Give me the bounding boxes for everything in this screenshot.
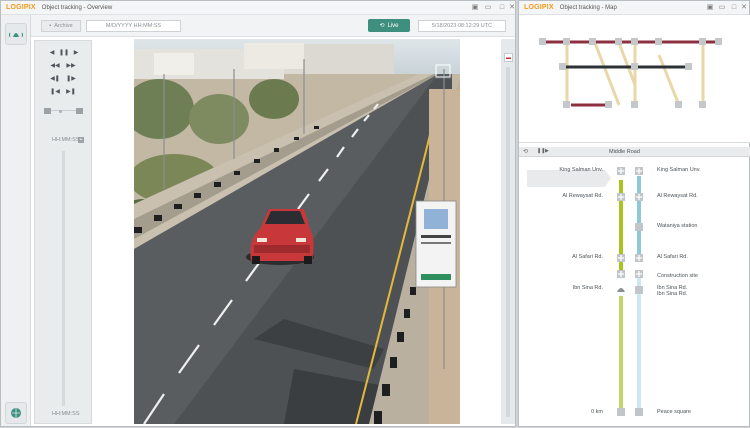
network-map[interactable]: [519, 15, 750, 143]
date-input[interactable]: M/D/YYYY HH:MM:SS: [86, 20, 181, 32]
stop-left-0: King Salman Unv.: [559, 167, 603, 173]
live-label: Live: [387, 22, 399, 29]
maximize-icon[interactable]: □: [497, 3, 507, 13]
stop-left-3: Ibn Sina Rd.: [572, 285, 603, 291]
globe-icon: [11, 408, 21, 418]
pause-icon[interactable]: ❚❚: [58, 49, 70, 58]
skip-end-icon[interactable]: ▶❚: [65, 88, 77, 97]
stop-right-2: Wataniya station: [657, 223, 698, 229]
stop-left-1: Al Rewaysat Rd.: [562, 193, 603, 199]
alarm-button[interactable]: [5, 23, 27, 45]
step-back-icon[interactable]: ◀❚: [49, 75, 61, 84]
scrollbar-track[interactable]: [506, 67, 510, 417]
sidebar: [1, 15, 31, 426]
zoom-level-dot: [59, 110, 62, 113]
route-prev-icon[interactable]: ⟲: [523, 148, 528, 155]
window-title: Object tracking - Overview: [41, 4, 113, 11]
zoom-out-icon[interactable]: [44, 108, 51, 114]
stop-right-7: Peace square: [657, 409, 691, 415]
archive-button[interactable]: ▪ Archive: [41, 20, 81, 32]
overview-titlebar: LOGIPIX Object tracking - Overview ▣ ▭ □…: [1, 1, 515, 15]
video-scrollbar[interactable]: ▬: [501, 39, 515, 424]
timestamp-display: 5/18/2023 08:12:29 UTC: [418, 20, 506, 32]
camera-icon: ▪: [49, 23, 52, 29]
stop-right-6: Ibn Sina Rd.: [657, 291, 688, 297]
stop-left-4: 0 km: [591, 409, 603, 415]
alarm-icon: [9, 32, 23, 38]
window-title: Object tracking - Map: [559, 4, 617, 11]
close-icon[interactable]: ✕: [507, 3, 517, 13]
route-next-icon[interactable]: ▶: [545, 148, 549, 154]
stop-left-2: Al Safari Rd.: [572, 254, 603, 260]
stop-right-4: Construction site: [657, 273, 698, 279]
stop-right-3: Al Safari Rd.: [657, 254, 688, 260]
live-button[interactable]: ⟲ Live: [368, 19, 410, 32]
play-icon[interactable]: ▶: [70, 49, 82, 58]
toolbar: ▪ Archive M/D/YYYY HH:MM:SS ⟲ Live 5/18/…: [31, 15, 515, 37]
time-end-label: HH:MM:SS: [52, 411, 80, 417]
stop-right-1: Al Rewaysat Rd.: [657, 193, 698, 199]
restore-icon[interactable]: ▣: [470, 3, 480, 13]
zoom-in-icon[interactable]: [76, 108, 83, 114]
step-forward-icon[interactable]: ❚▶: [65, 75, 77, 84]
skip-start-icon[interactable]: ❚◀: [49, 88, 61, 97]
timeline-track[interactable]: [62, 151, 65, 406]
minimize-icon[interactable]: ▭: [483, 3, 493, 13]
app-logo: LOGIPIX: [6, 4, 36, 11]
maximize-icon[interactable]: □: [729, 3, 739, 13]
restore-icon[interactable]: ▣: [705, 3, 715, 13]
stop-right-0: King Salman Unv.: [657, 167, 701, 173]
play-back-icon[interactable]: ◀: [46, 49, 58, 58]
rewind-icon[interactable]: ◀◀: [49, 62, 61, 71]
map-titlebar: LOGIPIX Object tracking - Map ▣ ▭ □ ✕: [519, 1, 749, 15]
car-icon[interactable]: ▬: [504, 53, 513, 62]
overview-window: LOGIPIX Object tracking - Overview ▣ ▭ □…: [0, 0, 516, 427]
time-start-label: HH:MM:SS: [52, 137, 80, 143]
route-title: Middle Road: [609, 149, 640, 155]
camera-feed[interactable]: [134, 39, 460, 424]
playback-panel: ◀ ❚❚ ▶ ◀◀ ▶▶ ◀❚ ❚▶ ❚◀ ▶❚ HH:MM:SS + HH:M…: [34, 40, 92, 424]
add-icon[interactable]: +: [78, 137, 84, 143]
settings-button[interactable]: [5, 402, 27, 424]
network-map-diagram: [539, 38, 722, 108]
route-header: ⟲ ❚❚ ▶ Middle Road: [519, 147, 750, 157]
fast-forward-icon[interactable]: ▶▶: [65, 62, 77, 71]
close-icon[interactable]: ✕: [739, 3, 749, 13]
route-view: King Salman Unv. Al Rewaysat Rd. Al Safa…: [519, 158, 750, 428]
minimize-icon[interactable]: ▭: [717, 3, 727, 13]
archive-label: Archive: [54, 23, 73, 29]
app-logo: LOGIPIX: [524, 4, 554, 11]
live-icon: ⟲: [379, 23, 385, 29]
map-window: LOGIPIX Object tracking - Map ▣ ▭ □ ✕ ⟲ …: [518, 0, 750, 427]
street-scene-image: [134, 39, 460, 424]
